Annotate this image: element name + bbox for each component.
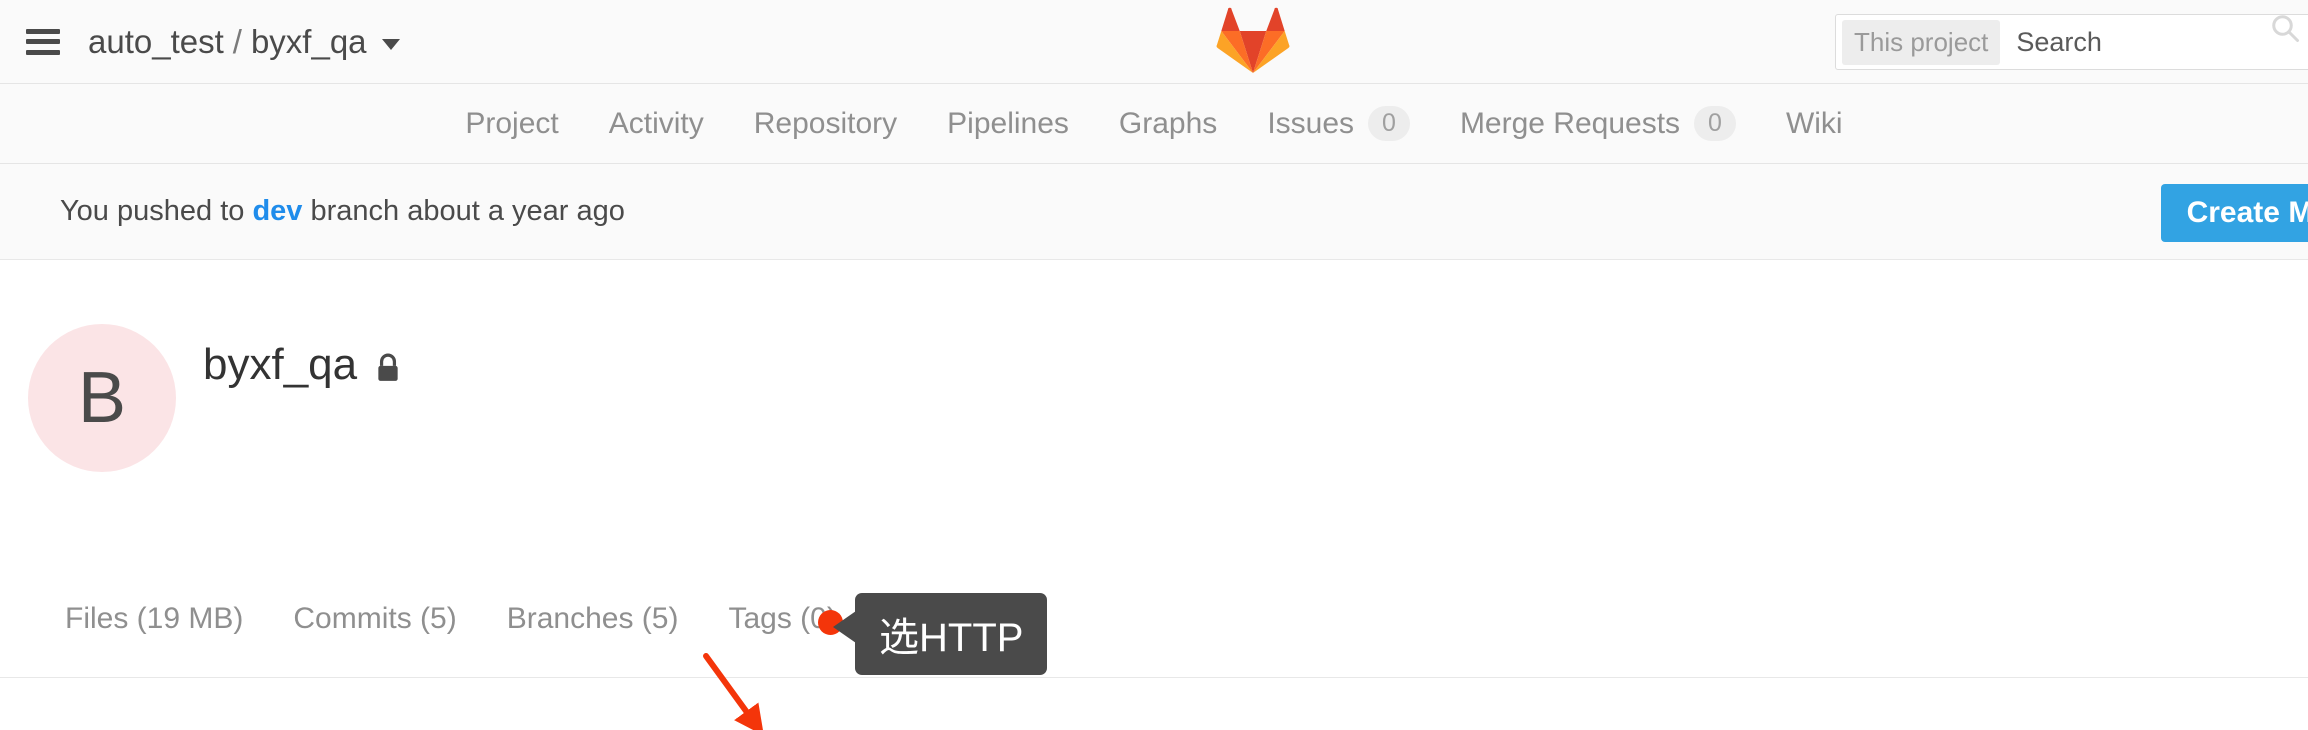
nav-label: Issues <box>1267 106 1355 140</box>
search-scope-badge[interactable]: This project <box>1842 19 2001 65</box>
push-event-message: You pushed to dev branch about a year ag… <box>60 195 625 228</box>
create-merge-request-button[interactable]: Create Me <box>2160 184 2308 242</box>
hamburger-line <box>26 28 60 34</box>
nav-label: Merge Requests <box>1459 106 1681 140</box>
breadcrumb-namespace[interactable]: auto_test <box>88 23 224 61</box>
project-name: byxf_qa <box>203 340 358 389</box>
nav-label: Wiki <box>1785 106 1843 140</box>
issues-count-badge: 0 <box>1368 106 1410 141</box>
tab-branches[interactable]: Branches (5) <box>482 602 704 636</box>
nav-item-project[interactable]: Project <box>440 107 583 141</box>
nav-item-wiki[interactable]: Wiki <box>1761 107 1868 141</box>
push-message-suffix: branch about a year ago <box>310 195 625 227</box>
nav-label: Pipelines <box>947 106 1069 140</box>
search-icon[interactable] <box>2270 13 2300 43</box>
tab-files[interactable]: Files (19 MB) <box>40 602 268 636</box>
hamburger-menu-icon[interactable] <box>26 28 60 55</box>
gitlab-logo-icon[interactable] <box>1216 3 1290 73</box>
nav-label: Graphs <box>1118 106 1218 140</box>
nav-item-merge-requests[interactable]: Merge Requests 0 <box>1435 106 1761 141</box>
nav-item-activity[interactable]: Activity <box>584 107 729 141</box>
hamburger-line <box>26 49 60 55</box>
project-header: B byxf_qa 选HTTP Star <box>0 260 2308 730</box>
search-input[interactable] <box>2014 25 2308 59</box>
nav-label: Repository <box>753 106 898 140</box>
repository-summary-tabs: Files (19 MB) Commits (5) Branches (5) T… <box>0 560 2308 678</box>
nav-label: Activity <box>608 106 704 140</box>
push-event-banner: You pushed to dev branch about a year ag… <box>0 164 2308 260</box>
push-message-prefix: You pushed to <box>60 195 245 227</box>
main-navigation: Project Activity Repository Pipelines Gr… <box>0 84 2308 164</box>
avatar-letter: B <box>77 358 127 438</box>
nav-item-pipelines[interactable]: Pipelines <box>922 107 1094 141</box>
lock-icon <box>378 353 398 381</box>
breadcrumb-separator: / <box>232 22 242 60</box>
breadcrumb[interactable]: auto_test / byxf_qa <box>88 23 400 61</box>
nav-label: Project <box>465 106 559 140</box>
project-title: byxf_qa <box>203 340 401 390</box>
nav-item-graphs[interactable]: Graphs <box>1094 107 1242 141</box>
project-avatar: B <box>28 324 176 472</box>
branch-link[interactable]: dev <box>252 195 302 227</box>
hamburger-line <box>26 39 60 44</box>
nav-item-issues[interactable]: Issues 0 <box>1242 106 1435 141</box>
search-box[interactable]: This project <box>1835 14 2308 70</box>
merge-requests-count-badge: 0 <box>1694 106 1736 141</box>
breadcrumb-project[interactable]: byxf_qa <box>251 23 367 61</box>
annotation-text: 选HTTP <box>879 616 1024 660</box>
nav-item-repository[interactable]: Repository <box>729 107 922 141</box>
chevron-down-icon[interactable] <box>381 39 400 50</box>
annotation-tooltip: 选HTTP <box>832 593 1048 675</box>
top-bar: auto_test / byxf_qa This project <box>0 0 2308 84</box>
tab-commits[interactable]: Commits (5) <box>268 602 481 636</box>
